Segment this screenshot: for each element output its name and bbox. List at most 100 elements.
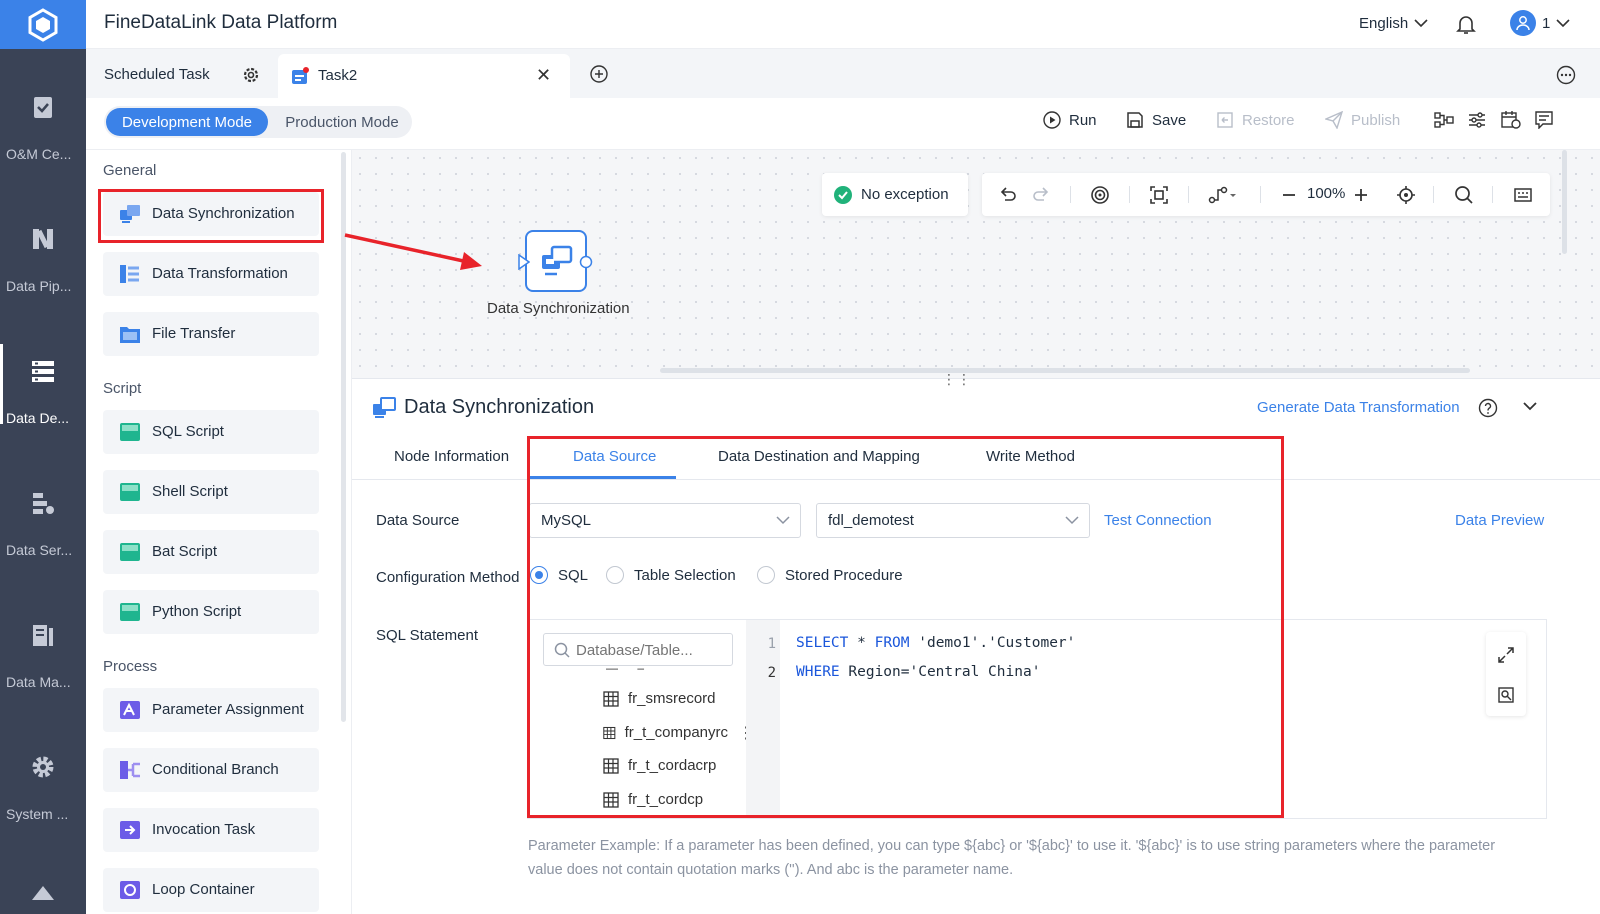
component-loop-container[interactable]: Loop Container [103, 868, 319, 912]
production-mode-button[interactable]: Production Mode [274, 108, 410, 136]
run-icon [1043, 111, 1061, 129]
lineage-icon[interactable] [1434, 111, 1454, 129]
publish-label: Publish [1351, 111, 1401, 129]
connection-select[interactable]: fdl_demotest [816, 503, 1090, 538]
logo-icon[interactable] [0, 0, 86, 49]
component-sql-script[interactable]: SQL Script [103, 410, 319, 454]
section-title-process: Process [103, 658, 158, 675]
settings-icon[interactable] [242, 66, 260, 84]
status-text: No exception [861, 186, 949, 203]
expand-icon[interactable] [1497, 646, 1515, 664]
schedule-icon[interactable] [1501, 111, 1521, 129]
line-number-gutter: 1 2 [746, 620, 780, 818]
table-name: fr_t_cordcp [628, 791, 704, 808]
sliders-icon[interactable] [1467, 111, 1487, 129]
data-preview-link[interactable]: Data Preview [1455, 512, 1544, 529]
node-input-port[interactable] [518, 254, 530, 270]
component-label: Bat Script [152, 543, 218, 560]
locate-icon[interactable] [1396, 185, 1416, 205]
user-menu[interactable]: 1 [1510, 10, 1570, 36]
help-icon[interactable] [1478, 398, 1498, 418]
canvas-scrollbar[interactable] [660, 368, 1470, 373]
format-icon[interactable] [1497, 686, 1515, 704]
nav-item-om-center[interactable]: O&M Ce... [0, 94, 86, 214]
radio-table-selection[interactable]: Table Selection [606, 566, 736, 584]
restore-button[interactable]: Restore [1216, 111, 1295, 129]
undo-icon[interactable] [999, 185, 1017, 203]
table-item[interactable]: fr_t_cordcp [603, 791, 703, 808]
component-data-transformation[interactable]: Data Transformation [103, 252, 319, 296]
nav-item-system[interactable]: System ... [0, 754, 86, 874]
toolbar-divider [1188, 186, 1189, 203]
publish-button[interactable]: Publish [1325, 111, 1400, 129]
nav-item-label: System ... [6, 806, 69, 822]
nav-more-icon[interactable] [32, 886, 54, 900]
data-sync-icon [542, 245, 573, 276]
development-mode-button[interactable]: Development Mode [106, 108, 268, 136]
comment-icon[interactable] [1535, 111, 1553, 129]
publish-icon [1325, 111, 1343, 129]
tab-scheduled-task[interactable]: Scheduled Task [104, 66, 210, 83]
annotation-arrow [344, 233, 482, 270]
save-button[interactable]: Save [1126, 111, 1186, 129]
component-label: Conditional Branch [152, 761, 279, 778]
component-parameter-assignment[interactable]: Parameter Assignment [103, 688, 319, 732]
radio-stored-procedure[interactable]: Stored Procedure [757, 566, 903, 584]
component-invocation-task[interactable]: Invocation Task [103, 808, 319, 852]
language-select[interactable]: English [1359, 15, 1428, 32]
monitor-icon[interactable] [1090, 185, 1110, 205]
zoom-out-icon[interactable] [1281, 185, 1297, 205]
nav-item-label: Data De... [6, 410, 70, 426]
config-method-label: Configuration Method [376, 569, 520, 586]
radio-label: Table Selection [634, 566, 736, 584]
table-item[interactable]: fr_t_companyrc [603, 724, 728, 741]
table-item[interactable]: fr_t_cordacrp [603, 757, 716, 774]
search-icon[interactable] [1454, 185, 1474, 205]
task-icon [292, 67, 309, 84]
minimap-icon[interactable] [1513, 185, 1533, 205]
component-label: Data Synchronization [152, 205, 295, 222]
canvas-scrollbar[interactable] [1562, 150, 1567, 254]
add-tab-icon[interactable] [590, 65, 608, 83]
bell-icon[interactable] [1456, 14, 1476, 36]
tab-task2[interactable]: Task2 ✕ [278, 54, 570, 98]
resize-handle[interactable]: ⋮⋮ [942, 371, 972, 388]
data-source-label: Data Source [376, 512, 460, 529]
zoom-in-icon[interactable] [1353, 185, 1369, 205]
component-shell-script[interactable]: Shell Script [103, 470, 319, 514]
component-data-synchronization[interactable]: Data Synchronization [103, 192, 319, 236]
more-icon[interactable] [1556, 65, 1576, 85]
table-item[interactable]: fr_smsrecord [603, 690, 716, 707]
component-file-transfer[interactable]: File Transfer [103, 312, 319, 356]
chevron-down-icon[interactable] [1522, 400, 1538, 412]
nav-item-data-development[interactable]: Data De... [0, 344, 86, 478]
node-output-port[interactable] [579, 255, 593, 269]
component-python-script[interactable]: Python Script [103, 590, 319, 634]
run-button[interactable]: Run [1043, 111, 1097, 129]
nav-item-data-service[interactable]: Data Ser... [0, 490, 86, 610]
connector-style-icon[interactable] [1208, 185, 1238, 205]
tab-data-destination-mapping[interactable]: Data Destination and Mapping [718, 448, 920, 465]
test-connection-link[interactable]: Test Connection [1104, 512, 1212, 529]
close-icon[interactable]: ✕ [536, 65, 551, 86]
redo-icon[interactable] [1032, 185, 1050, 203]
component-conditional-branch[interactable]: Conditional Branch [103, 748, 319, 792]
code-line[interactable]: WHERE Region='Central China' [796, 664, 1040, 680]
code-line[interactable]: SELECT * FROM 'demo1'.'Customer' [796, 635, 1075, 651]
tab-write-method[interactable]: Write Method [986, 448, 1075, 465]
generate-transformation-link[interactable]: Generate Data Transformation [1257, 399, 1460, 416]
nav-item-data-pipeline[interactable]: Data Pip... [0, 226, 86, 346]
radio-sql[interactable]: SQL [530, 566, 588, 584]
chevron-down-icon [776, 516, 790, 525]
flow-node-data-synchronization[interactable] [518, 230, 593, 292]
tab-node-information[interactable]: Node Information [394, 448, 509, 465]
toolbar-divider [1129, 186, 1130, 203]
nav-item-data-map[interactable]: Data Ma... [0, 622, 86, 742]
flow-canvas[interactable]: No exception 100% Data Synchronization [352, 150, 1600, 378]
fit-view-icon[interactable] [1149, 185, 1169, 205]
radio-circle [757, 566, 775, 584]
db-type-select[interactable]: MySQL [529, 503, 801, 538]
table-search-input[interactable] [576, 640, 726, 660]
tab-data-source[interactable]: Data Source [573, 448, 656, 465]
component-bat-script[interactable]: Bat Script [103, 530, 319, 574]
